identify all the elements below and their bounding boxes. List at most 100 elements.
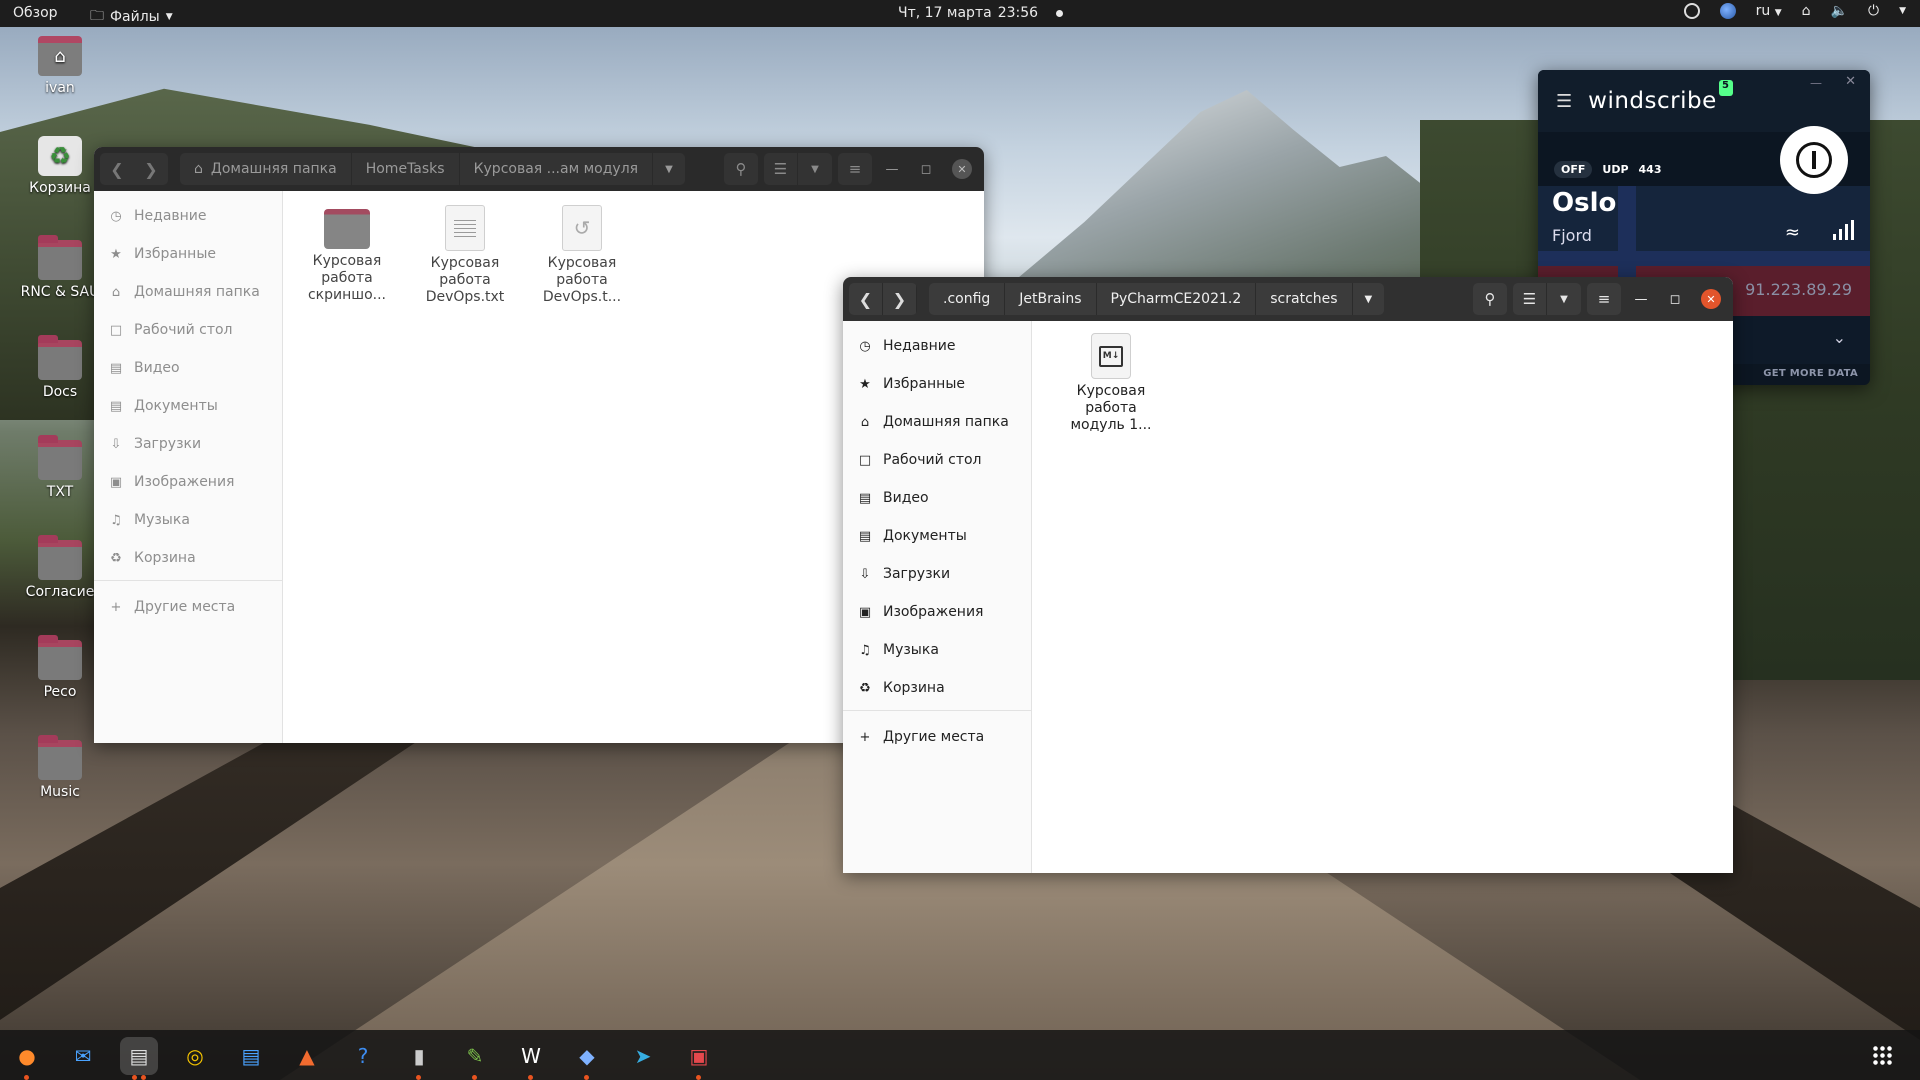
sidebar-item-recent[interactable]: ◷ Недавние: [94, 197, 282, 235]
plus-icon: +: [110, 599, 122, 615]
desktop-icon-folder[interactable]: Peco: [15, 635, 105, 700]
list-view-button[interactable]: ☰: [764, 153, 798, 185]
sidebar-item-music[interactable]: ♫ Музыка: [94, 501, 282, 539]
maximize-button[interactable]: ◻: [1661, 285, 1689, 313]
sidebar-item-downloads[interactable]: ⇩ Загрузки: [94, 425, 282, 463]
close-button[interactable]: ✕: [1845, 74, 1856, 89]
desktop-icon-folder[interactable]: Music: [15, 735, 105, 800]
file-view[interactable]: M↓ Курсовая работа модуль 1...: [1032, 321, 1733, 873]
dock-telegram[interactable]: ➤: [624, 1037, 662, 1075]
minimize-button[interactable]: —: [1627, 285, 1655, 313]
hamburger-icon[interactable]: ☰: [1556, 91, 1572, 112]
sidebar-item-starred[interactable]: ★ Избранные: [94, 235, 282, 273]
forward-button[interactable]: ❯: [134, 153, 168, 185]
sidebar-item-music[interactable]: ♫ Музыка: [843, 631, 1031, 669]
desktop-icon-folder[interactable]: Согласие: [15, 535, 105, 600]
sidebar-item-desktop[interactable]: □ Рабочий стол: [94, 311, 282, 349]
dock-rhythmbox[interactable]: ◎: [176, 1037, 214, 1075]
back-button[interactable]: ❮: [849, 283, 883, 315]
volume-icon[interactable]: 🔈: [1831, 3, 1848, 19]
dock-software[interactable]: ▲: [288, 1037, 326, 1075]
search-button[interactable]: ⚲: [724, 153, 758, 185]
desktop-icon-trash[interactable]: ♻ Корзина: [15, 136, 105, 196]
sidebar-item-documents[interactable]: ▤ Документы: [843, 517, 1031, 555]
desktop-icon-folder[interactable]: TXT: [15, 435, 105, 500]
maximize-button[interactable]: ◻: [912, 155, 940, 183]
sidebar-item-documents[interactable]: ▤ Документы: [94, 387, 282, 425]
dock-firefox[interactable]: ●: [8, 1037, 46, 1080]
running-indicator: [472, 1075, 477, 1080]
file-item[interactable]: Курсовая работа DevOps.txt: [410, 205, 520, 306]
dock-help[interactable]: ?: [344, 1037, 382, 1075]
dock-files[interactable]: ▤: [120, 1037, 158, 1080]
clock-button[interactable]: Чт, 17 марта 23:56: [898, 5, 1064, 21]
globe-tray-icon[interactable]: [1719, 3, 1736, 19]
download-icon: ⇩: [110, 436, 122, 452]
dock-writer[interactable]: ▤: [232, 1037, 270, 1075]
get-more-data-link[interactable]: GET MORE DATA: [1763, 368, 1858, 379]
breadcrumb[interactable]: JetBrains: [1005, 283, 1097, 315]
network-wifi-icon[interactable]: ≈: [1785, 222, 1800, 243]
sidebar-item-recent[interactable]: ◷ Недавние: [843, 327, 1031, 365]
dock-thunderbird[interactable]: ✉: [64, 1037, 102, 1075]
minimize-button[interactable]: —: [1810, 76, 1822, 90]
minimize-button[interactable]: —: [878, 155, 906, 183]
power-icon[interactable]: ⏻: [1868, 3, 1879, 19]
breadcrumb-home[interactable]: ⌂ Домашняя папка: [180, 153, 352, 185]
back-button[interactable]: ❮: [100, 153, 134, 185]
sidebar-item-pictures[interactable]: ▣ Изображения: [94, 463, 282, 501]
forward-button[interactable]: ❯: [883, 283, 917, 315]
sidebar-item-trash[interactable]: ♻ Корзина: [94, 539, 282, 577]
location-city: Oslo: [1552, 188, 1617, 218]
dock-notes[interactable]: ✎: [456, 1037, 494, 1080]
breadcrumb[interactable]: PyCharmCE2021.2: [1097, 283, 1257, 315]
dock-viewer[interactable]: ▣: [680, 1037, 718, 1080]
system-menu-caret-icon[interactable]: ▼: [1899, 6, 1906, 16]
app-menu-button[interactable]: 🗀 Файлы ▼: [90, 5, 173, 29]
breadcrumb-current[interactable]: Курсовая ...ам модуля: [460, 153, 654, 185]
connect-button[interactable]: [1780, 126, 1848, 194]
sidebar-item-downloads[interactable]: ⇩ Загрузки: [843, 555, 1031, 593]
system-tray: ru ▼ ⌂ 🔈 ⏻ ▼: [1683, 3, 1906, 19]
close-button[interactable]: ✕: [952, 159, 972, 179]
dock-virtualbox[interactable]: ◆: [568, 1037, 606, 1080]
sidebar-item-home[interactable]: ⌂ Домашняя папка: [843, 403, 1031, 441]
search-button[interactable]: ⚲: [1473, 283, 1507, 315]
sidebar-item-pictures[interactable]: ▣ Изображения: [843, 593, 1031, 631]
dock-terminal[interactable]: ▮: [400, 1037, 438, 1080]
sidebar-item-videos[interactable]: ▤ Видео: [843, 479, 1031, 517]
sidebar-item-home[interactable]: ⌂ Домашняя папка: [94, 273, 282, 311]
file-manager-window-front[interactable]: ❮ ❯ .config JetBrains PyCharmCE2021.2 sc…: [843, 277, 1733, 873]
windscribe-tray-icon[interactable]: [1683, 3, 1700, 19]
sidebar-item-other-places[interactable]: + Другие места: [94, 588, 282, 626]
main-menu-button[interactable]: ≡: [1587, 283, 1621, 315]
desktop-icon-folder[interactable]: Docs: [15, 335, 105, 400]
chevron-down-icon[interactable]: ⌄: [1833, 328, 1846, 347]
file-item[interactable]: M↓ Курсовая работа модуль 1...: [1056, 333, 1166, 434]
breadcrumb[interactable]: .config: [929, 283, 1006, 315]
list-view-button[interactable]: ☰: [1513, 283, 1547, 315]
desktop-icon-folder[interactable]: RNC & SAU: [15, 235, 105, 300]
view-options-button[interactable]: ▼: [798, 153, 832, 185]
sidebar-item-videos[interactable]: ▤ Видео: [94, 349, 282, 387]
breadcrumb[interactable]: HomeTasks: [352, 153, 460, 185]
notification-dot-icon: [1056, 9, 1064, 17]
dock-windscribe[interactable]: W: [512, 1037, 550, 1080]
show-applications-icon[interactable]: [1872, 1045, 1892, 1065]
main-menu-button[interactable]: ≡: [838, 153, 872, 185]
breadcrumb-current[interactable]: scratches: [1256, 283, 1353, 315]
desktop-icon-home[interactable]: ⌂ ivan: [15, 36, 105, 96]
close-button[interactable]: ✕: [1701, 289, 1721, 309]
language-indicator[interactable]: ru ▼: [1756, 3, 1782, 19]
view-options-button[interactable]: ▼: [1547, 283, 1581, 315]
path-menu-caret-icon[interactable]: ▼: [1353, 294, 1385, 305]
sidebar-item-other-places[interactable]: + Другие места: [843, 718, 1031, 756]
activities-button[interactable]: Обзор: [13, 5, 58, 21]
sidebar-item-trash[interactable]: ♻ Корзина: [843, 669, 1031, 707]
sidebar-item-desktop[interactable]: □ Рабочий стол: [843, 441, 1031, 479]
sidebar-item-starred[interactable]: ★ Избранные: [843, 365, 1031, 403]
file-item[interactable]: Курсовая работа скриншо...: [292, 205, 402, 304]
path-menu-caret-icon[interactable]: ▼: [653, 164, 685, 175]
wifi-icon[interactable]: ⌂: [1802, 3, 1811, 19]
file-item[interactable]: ↺ Курсовая работа DevOps.t...: [527, 205, 637, 306]
